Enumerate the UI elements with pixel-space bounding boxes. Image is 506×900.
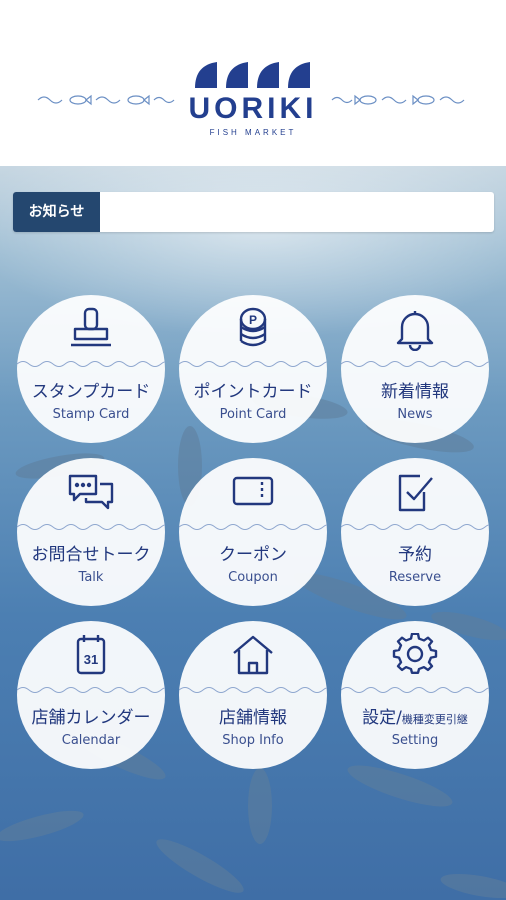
wave-pattern-icon [179,524,327,530]
clipboard-check-icon [398,474,433,512]
calendar-icon: 31 [76,635,106,675]
house-icon [233,635,273,675]
menu-label-en: Talk [78,570,104,585]
menu-label-jp-small: 機種変更引継 [401,713,468,726]
menu-label-en: Reserve [388,570,442,585]
wave-pattern-icon [341,361,489,367]
brand-logo-subtitle: FISH MARKET [209,128,297,137]
wave-pattern-icon [341,687,489,693]
logo-fins-icon [195,62,310,88]
wave-pattern-icon [179,687,327,693]
wave-pattern-icon [179,361,327,367]
point-card-button[interactable]: P ポイントカード Point Card [179,295,327,443]
wave-pattern-icon [17,524,165,530]
svg-text:P: P [249,313,257,327]
notice-label: お知らせ [13,192,100,232]
shop-info-button[interactable]: 店舗情報 Shop Info [179,621,327,769]
coin-stack-icon: P [239,307,267,347]
gear-icon [392,633,438,674]
menu-label-jp-main: 設定/ [362,708,402,728]
reserve-button[interactable]: 予約 Reserve [341,458,489,606]
menu-label-en: News [397,407,433,422]
menu-label-jp: スタンプカード [31,382,151,402]
bell-icon [396,311,434,351]
menu-label-en: Shop Info [222,733,284,748]
menu-label-jp: クーポン [219,545,287,565]
wave-pattern-icon [17,361,165,367]
app-header: UORIKI FISH MARKET [0,0,506,166]
fish-pattern-right-icon [331,94,465,106]
fish-pattern-left-icon [37,94,175,106]
menu-label-en: Stamp Card [52,407,130,422]
stamp-card-button[interactable]: スタンプカード Stamp Card [17,295,165,443]
menu-label-jp: 店舗情報 [219,708,287,728]
talk-button[interactable]: お問合せトーク Talk [17,458,165,606]
menu-label-jp: ポイントカード [193,382,313,402]
notice-bar[interactable]: お知らせ [13,192,494,232]
menu-label-en: Coupon [228,570,278,585]
menu-label-jp: 設定/機種変更引継 [341,703,489,728]
menu-label-jp: 店舗カレンダー [31,708,151,728]
wave-pattern-icon [341,524,489,530]
setting-button[interactable]: 設定/機種変更引継 Setting [341,621,489,769]
stamp-icon [71,307,111,347]
calendar-day: 31 [84,652,98,667]
wave-pattern-icon [17,687,165,693]
menu-label-jp: 予約 [398,545,432,565]
chat-bubbles-icon [68,474,114,510]
menu-label-en: Setting [391,733,439,748]
menu-label-en: Point Card [219,407,287,422]
menu-label-en: Calendar [61,733,121,748]
calendar-button[interactable]: 31 店舗カレンダー Calendar [17,621,165,769]
menu-label-jp: 新着情報 [381,382,449,402]
menu-label-jp: お問合せトーク [31,545,151,565]
news-button[interactable]: 新着情報 News [341,295,489,443]
ticket-icon [232,476,274,506]
coupon-button[interactable]: クーポン Coupon [179,458,327,606]
